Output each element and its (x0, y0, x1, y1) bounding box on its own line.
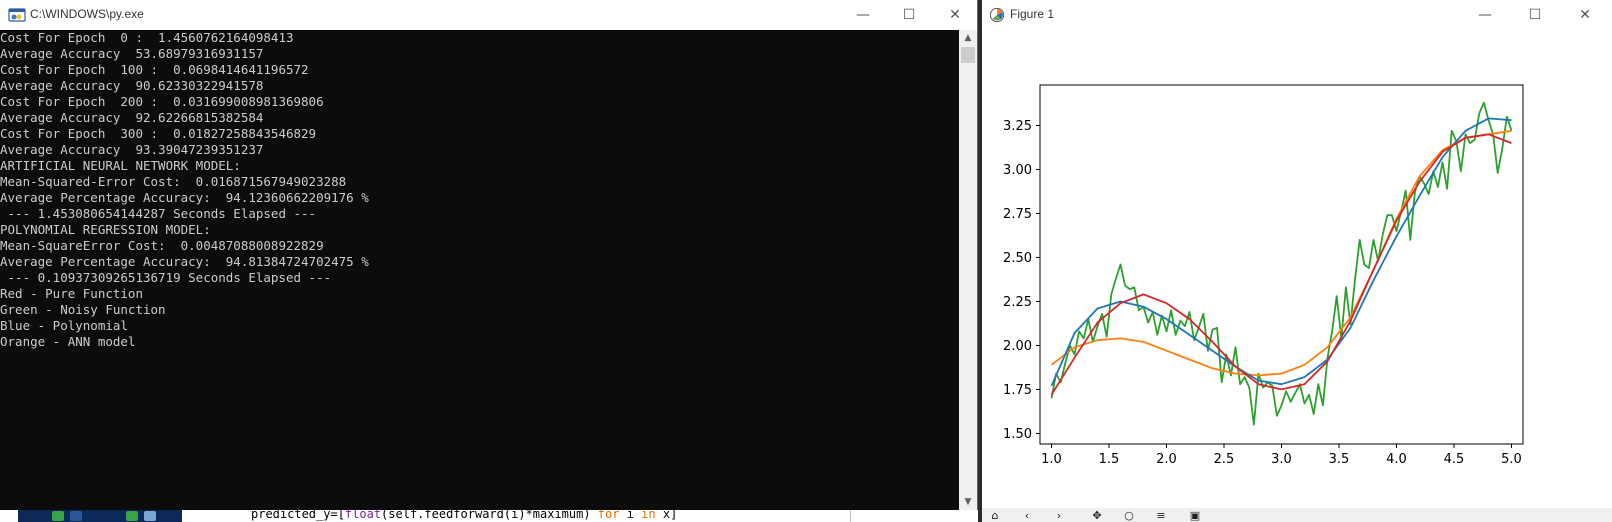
maximize-icon: ☐ (1528, 7, 1542, 23)
x-tick-label: 4.5 (1444, 452, 1465, 467)
x-tick-label: 1.0 (1041, 452, 1062, 467)
home-icon[interactable]: ⌂ (988, 510, 1002, 522)
x-tick-label: 1.5 (1099, 452, 1120, 467)
console-line: Mean-Squared-Error Cost: 0.0168715679490… (0, 174, 347, 189)
image-icon[interactable] (144, 511, 156, 521)
minimize-button[interactable]: — (840, 0, 886, 30)
zoom-icon[interactable]: ○ (1122, 510, 1136, 522)
figure-titlebar[interactable]: Figure 1 — ☐ ✕ (982, 0, 1612, 30)
editor-code-line: predicted_y=[float(self.feedforward(i)*m… (251, 510, 677, 521)
console-line: --- 1.453080654144287 Seconds Elapsed --… (0, 206, 317, 221)
x-tick-label: 3.0 (1271, 452, 1292, 467)
maximize-button[interactable]: ☐ (886, 0, 932, 30)
code-builtin: float (344, 510, 382, 521)
console-line: Cost For Epoch 100 : 0.0698414641196572 (0, 62, 309, 77)
console-line: POLYNOMIAL REGRESSION MODEL: (0, 222, 211, 237)
figure-title: Figure 1 (1010, 7, 1055, 21)
minimize-button[interactable]: — (1462, 0, 1508, 30)
console-output[interactable]: Cost For Epoch 0 : 1.4560762164098413 Av… (0, 30, 960, 510)
back-arrow-icon[interactable]: ‹ (1020, 510, 1034, 522)
console-scrollbar[interactable]: ▲ ▼ (959, 30, 977, 510)
matplotlib-icon (989, 7, 1005, 23)
code-keyword: in (641, 510, 656, 521)
console-line: Average Accuracy 93.39047239351237 (0, 142, 264, 157)
word-icon[interactable] (70, 511, 82, 521)
console-line: Average Accuracy 90.62330322941578 (0, 78, 264, 93)
code-text: predicted_y=[ (251, 510, 345, 521)
x-tick-label: 5.0 (1501, 452, 1522, 467)
code-keyword: for (597, 510, 620, 521)
plot-canvas[interactable]: 1.0 1.5 2.0 2.5 3.0 3.5 4.0 4.5 5.0 1.50 1.75 2.00 2… (982, 30, 1612, 508)
console-line: Cost For Epoch 0 : 1.4560762164098413 (0, 30, 294, 45)
python-console-icon (8, 8, 26, 22)
console-line: ARTIFICIAL NEURAL NETWORK MODEL: (0, 158, 241, 173)
close-button[interactable]: ✕ (1562, 0, 1608, 30)
configure-subplots-icon[interactable]: ≡ (1154, 510, 1168, 522)
save-icon[interactable]: ▣ (1188, 510, 1202, 522)
console-line: Average Percentage Accuracy: 94.12360662… (0, 190, 369, 205)
checkmark-icon[interactable] (52, 511, 64, 521)
close-icon: ✕ (949, 7, 961, 23)
console-line: --- 0.10937309265136719 Seconds Elapsed … (0, 270, 332, 285)
console-line: Red - Pure Function (0, 286, 143, 301)
y-tick-label: 2.00 (1003, 339, 1032, 354)
console-line: Average Accuracy 92.62266815382584 (0, 110, 264, 125)
figure-toolbar: ⌂ ‹ › ✥ ○ ≡ ▣ (982, 508, 1612, 522)
console-title: C:\WINDOWS\py.exe (30, 7, 144, 21)
scroll-down-arrow-icon[interactable]: ▼ (959, 494, 977, 510)
console-line: Mean-SquareError Cost: 0.004870880089228… (0, 238, 324, 253)
console-line: Cost For Epoch 200 : 0.03169900898136980… (0, 94, 324, 109)
close-button[interactable]: ✕ (932, 0, 978, 30)
y-tick-label: 3.25 (1003, 119, 1032, 134)
x-tick-label: 2.5 (1214, 452, 1235, 467)
y-tick-label: 2.25 (1003, 295, 1032, 310)
y-tick-label: 3.00 (1003, 163, 1032, 178)
taskbar-segment (18, 510, 182, 522)
console-line: Cost For Epoch 300 : 0.01827258843546829 (0, 126, 317, 141)
console-line: Blue - Polynomial (0, 318, 128, 333)
y-tick-label: 2.75 (1003, 207, 1032, 222)
minimize-icon: — (1478, 7, 1492, 23)
y-tick-label: 1.50 (1003, 427, 1032, 442)
code-text: i (619, 510, 642, 521)
console-line: Orange - ANN model (0, 334, 136, 349)
figure-window: Figure 1 — ☐ ✕ 1.0 1.5 2.0 2.5 3.0 3.5 4.0 4.5 5… (982, 0, 1612, 522)
pan-icon[interactable]: ✥ (1090, 510, 1104, 522)
divider (850, 510, 851, 522)
code-text: x] (655, 510, 678, 521)
code-text: (self.feedforward(i)*maximum) (381, 510, 598, 521)
console-titlebar[interactable]: C:\WINDOWS\py.exe — ☐ ✕ (0, 0, 977, 30)
checkmark-icon[interactable] (126, 511, 138, 521)
scroll-up-arrow-icon[interactable]: ▲ (959, 30, 977, 46)
minimize-icon: — (856, 7, 870, 23)
close-icon: ✕ (1579, 7, 1591, 23)
maximize-button[interactable]: ☐ (1512, 0, 1558, 30)
taskbar-strip: predicted_y=[float(self.feedforward(i)*m… (0, 510, 978, 522)
maximize-icon: ☐ (902, 7, 916, 23)
x-tick-label: 2.0 (1156, 452, 1177, 467)
x-tick-label: 4.0 (1386, 452, 1407, 467)
console-line: Average Percentage Accuracy: 94.81384724… (0, 254, 369, 269)
console-line: Average Accuracy 53.68979316931157 (0, 46, 264, 61)
y-tick-label: 2.50 (1003, 251, 1032, 266)
y-tick-label: 1.75 (1003, 383, 1032, 398)
console-line: Green - Noisy Function (0, 302, 166, 317)
console-window: C:\WINDOWS\py.exe — ☐ ✕ Cost For Epoch 0… (0, 0, 978, 512)
scrollbar-thumb[interactable] (961, 47, 975, 63)
forward-arrow-icon[interactable]: › (1052, 510, 1066, 522)
x-tick-label: 3.5 (1329, 452, 1350, 467)
